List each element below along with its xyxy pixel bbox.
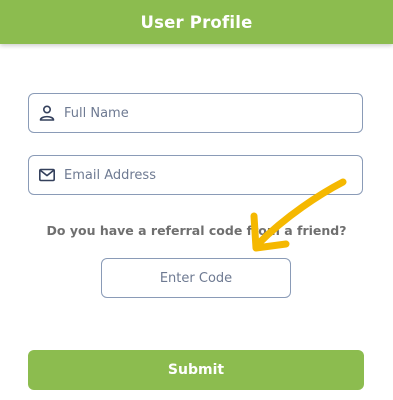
email-input[interactable] — [64, 167, 344, 183]
referral-question: Do you have a referral code from a frien… — [46, 223, 347, 238]
email-field[interactable] — [28, 155, 363, 195]
referral-code-field[interactable] — [101, 258, 291, 298]
person-icon — [38, 104, 56, 122]
submit-button[interactable]: Submit — [28, 350, 364, 390]
full-name-input[interactable] — [64, 105, 344, 121]
referral-code-input[interactable] — [109, 269, 283, 287]
app-header: User Profile — [0, 0, 393, 44]
page-title: User Profile — [140, 12, 253, 32]
user-profile-page: User Profile Do you have a referral code… — [0, 0, 393, 400]
envelope-icon — [38, 166, 56, 184]
full-name-field[interactable] — [28, 93, 363, 133]
